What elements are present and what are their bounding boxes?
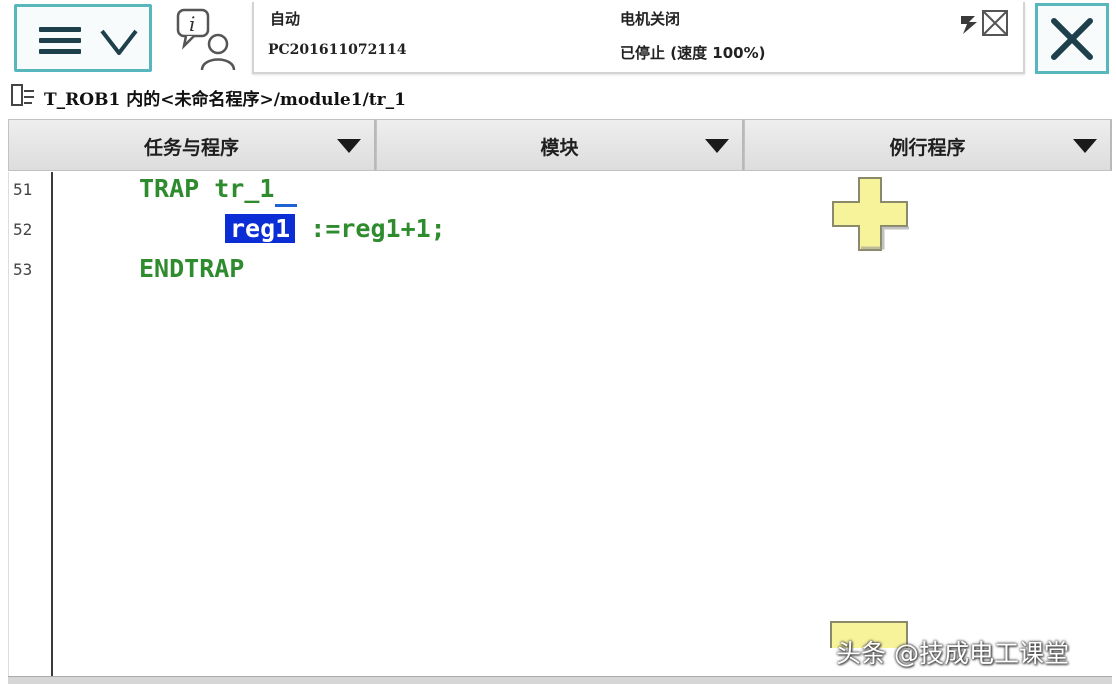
dropdown-arrow-icon	[705, 139, 729, 153]
tab-label: 例行程序	[889, 137, 966, 159]
code-expression: :=reg1+1;	[295, 214, 446, 243]
editor-tabs: 任务与程序 模块 例行程序	[8, 119, 1112, 171]
line-number-gutter: 51 52 53	[9, 172, 53, 680]
line-number: 53	[13, 260, 33, 279]
program-path-text: T_ROB1 内的<未命名程序>/module1/tr_1	[44, 90, 406, 110]
close-button[interactable]	[1035, 3, 1109, 74]
dropdown-arrow-icon	[1073, 139, 1097, 153]
hamburger-menu-icon	[39, 27, 81, 55]
svg-text:i: i	[189, 12, 195, 36]
tab-label: 任务与程序	[143, 137, 239, 159]
controller-name: PC201611072114	[268, 42, 407, 58]
plus-icon[interactable]	[829, 174, 911, 254]
selected-token[interactable]: reg1	[225, 214, 296, 243]
bottom-toolbar-edge	[8, 676, 1112, 684]
code-editor[interactable]: 51 52 53 TRAP tr_1 reg1 :=reg1+1; ENDTRA…	[8, 172, 1112, 680]
tab-label: 模块	[540, 137, 579, 159]
status-panel[interactable]: 自动 PC201611072114 电机关闭 已停止 (速度 100%)	[252, 2, 1025, 74]
top-bar: i 自动 PC201611072114 电机关闭 已停止 (速度 100%)	[0, 0, 1116, 80]
close-icon	[1051, 18, 1093, 60]
program-path-bar: T_ROB1 内的<未命名程序>/module1/tr_1	[10, 82, 910, 110]
code-line-endtrap[interactable]: ENDTRAP	[139, 254, 244, 283]
tab-tasks-programs[interactable]: 任务与程序	[8, 119, 376, 171]
line-number: 51	[13, 180, 33, 199]
watermark-text: 头条 @技成电工课堂	[836, 639, 1069, 668]
program-path-icon	[11, 84, 34, 106]
event-log-info-icon[interactable]: i	[172, 6, 242, 74]
motor-state: 电机关闭	[620, 10, 681, 28]
line-number: 52	[13, 220, 33, 239]
tab-modules[interactable]: 模块	[376, 119, 744, 171]
operating-mode: 自动	[270, 10, 301, 28]
chevron-down-icon	[100, 29, 138, 55]
code-line-trap[interactable]: TRAP tr_1	[139, 174, 274, 203]
text-cursor	[275, 204, 297, 207]
dropdown-arrow-icon	[337, 139, 361, 153]
main-menu-button[interactable]	[14, 4, 152, 72]
robot-status-icon	[961, 10, 1008, 36]
run-state: 已停止 (速度 100%)	[620, 44, 766, 62]
tab-routines[interactable]: 例行程序	[744, 119, 1112, 171]
code-line-assignment[interactable]: reg1 :=reg1+1;	[225, 214, 446, 243]
